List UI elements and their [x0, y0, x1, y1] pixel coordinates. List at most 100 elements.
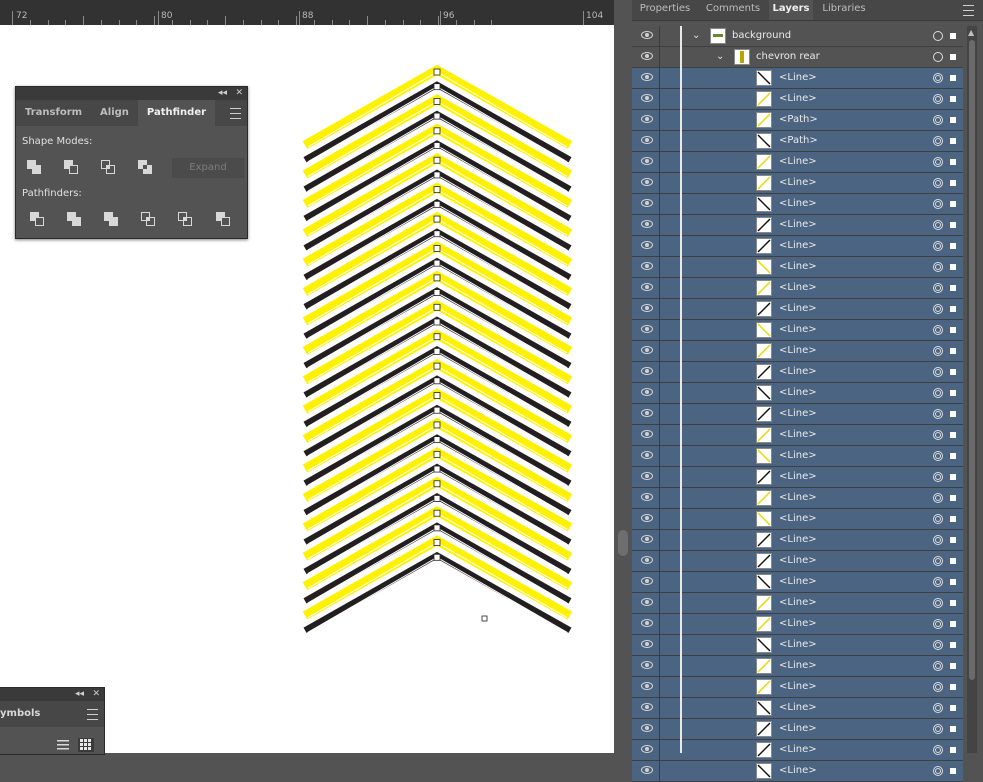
anchor-point[interactable] [433, 480, 441, 488]
scrollbar-thumb[interactable] [969, 40, 975, 680]
target-circle-icon[interactable] [933, 178, 943, 188]
anchor-point[interactable] [433, 539, 441, 546]
selection-indicator[interactable] [950, 327, 956, 333]
anchor-point[interactable] [433, 289, 441, 296]
outline-icon[interactable] [178, 212, 192, 226]
selection-indicator[interactable] [950, 600, 956, 606]
item-name[interactable]: <Line> [779, 618, 817, 629]
target-circle-icon[interactable] [933, 346, 943, 356]
expand-button[interactable]: Expand [172, 158, 244, 178]
selection-indicator[interactable] [950, 138, 956, 144]
selection-indicator[interactable] [950, 159, 956, 165]
selection-indicator[interactable] [950, 33, 956, 39]
item-name[interactable]: <Line> [779, 555, 817, 566]
target-circle-icon[interactable] [933, 661, 943, 671]
tab-properties[interactable]: Properties [632, 0, 698, 20]
collapse-icon[interactable]: ◂◂ [218, 88, 227, 99]
visibility-eye-icon[interactable] [641, 388, 653, 396]
visibility-eye-icon[interactable] [641, 241, 653, 249]
item-name[interactable]: <Line> [779, 660, 817, 671]
visibility-eye-icon[interactable] [641, 94, 653, 102]
unite-icon[interactable] [27, 160, 41, 174]
target-circle-icon[interactable] [933, 241, 943, 251]
visibility-eye-icon[interactable] [641, 283, 653, 291]
target-circle-icon[interactable] [933, 199, 943, 209]
selection-indicator[interactable] [950, 684, 956, 690]
panel-titlebar[interactable]: ◂◂ ✕ [16, 87, 247, 100]
visibility-eye-icon[interactable] [641, 640, 653, 648]
layer-item-row[interactable]: <Line> [632, 761, 963, 782]
selection-indicator[interactable] [950, 54, 956, 60]
selection-indicator[interactable] [950, 348, 956, 354]
chevron-down-icon[interactable]: ⌄ [692, 30, 700, 41]
grid-view-icon[interactable] [78, 738, 94, 752]
visibility-eye-icon[interactable] [641, 493, 653, 501]
close-icon[interactable]: ✕ [92, 689, 100, 700]
item-name[interactable]: <Line> [779, 639, 817, 650]
selection-indicator[interactable] [950, 558, 956, 564]
item-name[interactable]: <Line> [779, 450, 817, 461]
target-circle-icon[interactable] [933, 52, 943, 62]
visibility-eye-icon[interactable] [641, 31, 653, 39]
horizontal-ruler[interactable]: 72 80 88 96 104 [0, 0, 614, 25]
item-name[interactable]: <Line> [779, 744, 817, 755]
target-circle-icon[interactable] [933, 94, 943, 104]
target-circle-icon[interactable] [933, 535, 943, 545]
item-name[interactable]: <Line> [779, 513, 817, 524]
anchor-point[interactable] [433, 450, 441, 458]
visibility-eye-icon[interactable] [641, 619, 653, 627]
item-name[interactable]: <Line> [779, 492, 817, 503]
visibility-eye-icon[interactable] [641, 367, 653, 375]
visibility-eye-icon[interactable] [641, 598, 653, 606]
chevron-down-icon[interactable]: ⌄ [716, 51, 724, 62]
selection-indicator[interactable] [950, 201, 956, 207]
target-circle-icon[interactable] [933, 577, 943, 587]
anchor-point[interactable] [433, 348, 441, 355]
anchor-point[interactable] [433, 553, 441, 561]
visibility-eye-icon[interactable] [641, 430, 653, 438]
selection-indicator[interactable] [950, 432, 956, 438]
anchor-point[interactable] [433, 495, 441, 502]
anchor-point[interactable] [433, 509, 441, 517]
anchor-point[interactable] [433, 230, 441, 238]
anchor-point[interactable] [433, 421, 441, 429]
anchor-point[interactable] [433, 68, 441, 76]
anchor-point[interactable] [433, 142, 441, 149]
anchor-point[interactable] [433, 318, 441, 326]
anchor-point[interactable] [433, 259, 441, 267]
item-name[interactable]: <Line> [779, 681, 817, 692]
selection-indicator[interactable] [950, 411, 956, 417]
tab-libraries[interactable]: Libraries [816, 0, 872, 20]
merge-icon[interactable] [104, 212, 118, 226]
selection-indicator[interactable] [950, 222, 956, 228]
layers-scrollbar[interactable]: ▲ [967, 26, 977, 753]
item-name[interactable]: <Line> [779, 324, 817, 335]
selection-indicator[interactable] [950, 642, 956, 648]
crop-icon[interactable] [141, 212, 155, 226]
visibility-eye-icon[interactable] [641, 409, 653, 417]
visibility-eye-icon[interactable] [641, 157, 653, 165]
item-name[interactable]: <Line> [779, 156, 817, 167]
target-circle-icon[interactable] [933, 493, 943, 503]
selection-indicator[interactable] [950, 285, 956, 291]
selection-indicator[interactable] [950, 453, 956, 459]
item-name[interactable]: <Path> [779, 114, 818, 125]
center-point[interactable] [481, 615, 488, 622]
item-name[interactable]: <Line> [779, 576, 817, 587]
anchor-point[interactable] [433, 200, 441, 208]
tab-symbols[interactable]: ymbols [0, 701, 40, 727]
visibility-eye-icon[interactable] [641, 661, 653, 669]
visibility-eye-icon[interactable] [641, 262, 653, 270]
anchor-point[interactable] [433, 245, 441, 252]
collapse-icon[interactable]: ◂◂ [75, 689, 84, 700]
item-name[interactable]: <Line> [779, 261, 817, 272]
divide-icon[interactable] [30, 212, 44, 226]
target-circle-icon[interactable] [933, 745, 943, 755]
visibility-eye-icon[interactable] [641, 325, 653, 333]
visibility-eye-icon[interactable] [641, 682, 653, 690]
anchor-point[interactable] [433, 215, 441, 223]
visibility-eye-icon[interactable] [641, 220, 653, 228]
selection-indicator[interactable] [950, 96, 956, 102]
selection-indicator[interactable] [950, 768, 956, 774]
anchor-point[interactable] [433, 465, 441, 473]
